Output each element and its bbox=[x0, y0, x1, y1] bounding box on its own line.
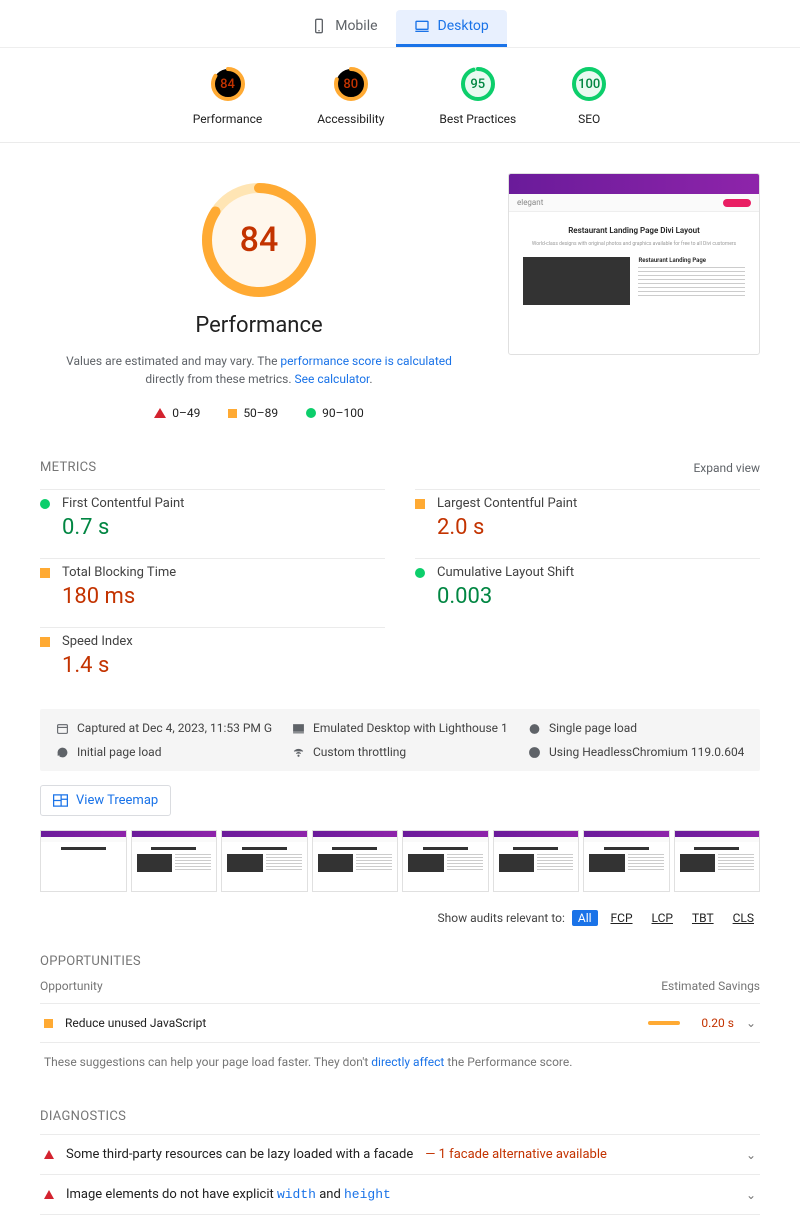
score-gauges: 84 Performance 80 Accessibility 95 Best … bbox=[0, 48, 800, 143]
see-calculator-link[interactable]: See calculator bbox=[295, 372, 370, 386]
metric-fcp-value: 0.7 s bbox=[62, 515, 184, 540]
expand-view-link[interactable]: Expand view bbox=[693, 461, 760, 475]
filmstrip-frame bbox=[493, 830, 580, 892]
mobile-icon bbox=[311, 18, 327, 34]
square-orange-icon bbox=[44, 1019, 53, 1028]
metrics-grid: First Contentful Paint 0.7 s Largest Cont… bbox=[40, 489, 760, 709]
desktop-icon bbox=[414, 18, 430, 34]
directly-affect-link[interactable]: directly affect bbox=[371, 1055, 444, 1069]
chevron-down-icon: ⌄ bbox=[746, 1188, 756, 1202]
square-orange-icon bbox=[228, 409, 237, 418]
tab-desktop[interactable]: Desktop bbox=[396, 10, 507, 47]
circle-green-icon bbox=[306, 408, 316, 418]
metric-lcp-value: 2.0 s bbox=[437, 515, 577, 540]
metric-lcp-label: Largest Contentful Paint bbox=[437, 496, 577, 511]
filmstrip-frame bbox=[312, 830, 399, 892]
hero-description: Values are estimated and may vary. The p… bbox=[40, 352, 478, 388]
savings-value: 0.20 s bbox=[692, 1016, 734, 1030]
score-legend: 0–49 50–89 90–100 bbox=[40, 406, 478, 420]
filter-cls[interactable]: CLS bbox=[727, 910, 760, 926]
circle-green-icon bbox=[40, 499, 50, 509]
square-orange-icon bbox=[40, 568, 50, 578]
env-captured: Captured at Dec 4, 2023, 11:53 PM GMT+13 bbox=[56, 721, 272, 735]
treemap-icon bbox=[53, 794, 68, 807]
metric-fcp-label: First Contentful Paint bbox=[62, 496, 184, 511]
view-treemap-button[interactable]: View Treemap bbox=[40, 785, 171, 816]
filter-tbt[interactable]: TBT bbox=[686, 910, 720, 926]
env-initial: Initial page load bbox=[56, 745, 272, 759]
opportunity-reduce-unused-js[interactable]: Reduce unused JavaScript 0.20 s ⌄ bbox=[40, 1004, 760, 1043]
env-browser: Using HeadlessChromium 119.0.6045.159 wi… bbox=[528, 745, 744, 759]
diagnostic-image-size[interactable]: Image elements do not have explicit widt… bbox=[40, 1175, 760, 1215]
square-orange-icon bbox=[40, 637, 50, 647]
circle-green-icon bbox=[415, 568, 425, 578]
filter-fcp[interactable]: FCP bbox=[605, 910, 639, 926]
gauge-performance[interactable]: 84 Performance bbox=[193, 66, 262, 126]
opportunities-columns: OpportunityEstimated Savings bbox=[40, 969, 760, 1004]
filmstrip bbox=[40, 830, 760, 892]
metric-cls-label: Cumulative Layout Shift bbox=[437, 565, 574, 580]
metric-tbt-label: Total Blocking Time bbox=[62, 565, 176, 580]
metrics-heading: METRICS bbox=[40, 460, 96, 475]
wifi-icon bbox=[292, 746, 305, 759]
metric-si-label: Speed Index bbox=[62, 634, 133, 649]
page-screenshot: elegant Restaurant Landing Page Divi Lay… bbox=[508, 173, 760, 355]
filmstrip-frame bbox=[402, 830, 489, 892]
reload-icon bbox=[56, 746, 69, 759]
performance-gauge-large: 84 bbox=[200, 181, 318, 299]
env-single: Single page load bbox=[528, 721, 744, 735]
environment-box: Captured at Dec 4, 2023, 11:53 PM GMT+13… bbox=[40, 709, 760, 771]
chevron-down-icon: ⌄ bbox=[746, 1016, 756, 1030]
filmstrip-frame bbox=[221, 830, 308, 892]
gauge-seo[interactable]: 100 SEO bbox=[571, 66, 607, 126]
savings-bar bbox=[648, 1021, 680, 1025]
filmstrip-frame bbox=[583, 830, 670, 892]
gauge-accessibility[interactable]: 80 Accessibility bbox=[317, 66, 384, 126]
gauge-best-practices[interactable]: 95 Best Practices bbox=[439, 66, 516, 126]
chevron-down-icon: ⌄ bbox=[746, 1148, 756, 1162]
desktop-icon bbox=[292, 722, 305, 735]
opportunities-heading: OPPORTUNITIES bbox=[40, 954, 760, 969]
diagnostics-heading: DIAGNOSTICS bbox=[40, 1109, 760, 1124]
chrome-icon bbox=[528, 746, 541, 759]
tab-desktop-label: Desktop bbox=[438, 18, 489, 34]
device-tabs: Mobile Desktop bbox=[0, 0, 800, 48]
metric-si-value: 1.4 s bbox=[62, 653, 133, 678]
filter-lcp[interactable]: LCP bbox=[646, 910, 679, 926]
triangle-red-icon bbox=[44, 1190, 54, 1199]
hero-title: Performance bbox=[40, 313, 478, 338]
score-calc-link[interactable]: performance score is calculated bbox=[280, 354, 451, 368]
triangle-red-icon bbox=[154, 408, 166, 418]
opportunity-label: Reduce unused JavaScript bbox=[65, 1016, 206, 1030]
triangle-red-icon bbox=[44, 1150, 54, 1159]
opportunities-note: These suggestions can help your page loa… bbox=[40, 1043, 760, 1109]
metric-tbt-value: 180 ms bbox=[62, 584, 176, 609]
hero: 84 Performance Values are estimated and … bbox=[40, 173, 760, 420]
diagnostic-facade[interactable]: Some third-party resources can be lazy l… bbox=[40, 1134, 760, 1175]
tab-mobile-label: Mobile bbox=[335, 18, 377, 34]
metric-cls-value: 0.003 bbox=[437, 584, 574, 609]
filmstrip-frame bbox=[674, 830, 761, 892]
filmstrip-frame bbox=[40, 830, 127, 892]
timer-icon bbox=[528, 722, 541, 735]
env-emulated: Emulated Desktop with Lighthouse 11.0.0 bbox=[292, 721, 508, 735]
audit-filter: Show audits relevant to: All FCP LCP TBT… bbox=[40, 904, 760, 954]
performance-score-big: 84 bbox=[200, 181, 318, 299]
filmstrip-frame bbox=[131, 830, 218, 892]
filter-all[interactable]: All bbox=[572, 910, 598, 926]
square-orange-icon bbox=[415, 499, 425, 509]
calendar-icon bbox=[56, 722, 69, 735]
tab-mobile[interactable]: Mobile bbox=[293, 10, 395, 47]
env-throttle: Custom throttling bbox=[292, 745, 508, 759]
